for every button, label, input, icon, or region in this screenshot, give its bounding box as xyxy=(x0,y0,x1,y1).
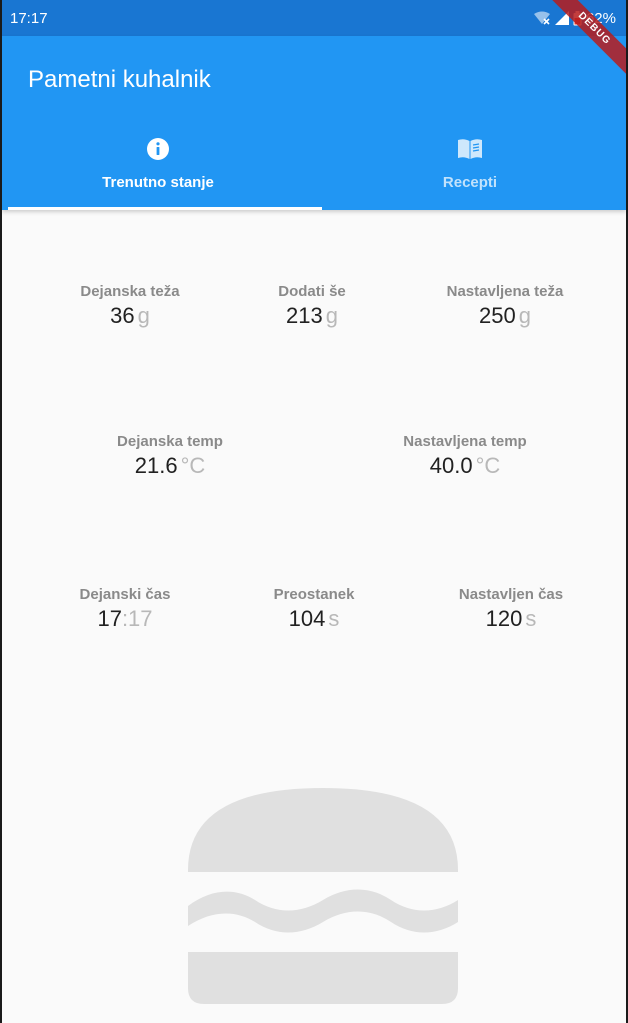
reading-unit: s xyxy=(525,606,537,631)
reading-label: Dodati še xyxy=(278,283,346,300)
reading-label: Nastavljen čas xyxy=(458,586,564,603)
app-screen: 17:17 62% DEBUG Pametni kuhalnik Trenutn… xyxy=(0,0,628,1023)
reading-unit: :17 xyxy=(121,606,153,631)
tab-trenutno-stanje[interactable]: Trenutno stanje xyxy=(2,132,322,210)
burger-icon xyxy=(188,788,458,1013)
reading-label: Dejanski čas xyxy=(79,586,171,603)
reading-unit: s xyxy=(328,606,340,631)
reading-target-time: Nastavljen čas 120 s xyxy=(459,586,563,632)
reading-remaining-weight: Dodati še 213 g xyxy=(278,283,346,329)
status-time: 17:17 xyxy=(10,9,48,27)
app-title: Pametni kuhalnik xyxy=(28,66,211,93)
reading-value: 17 xyxy=(97,606,122,631)
reading-label: Preostanek xyxy=(273,586,355,603)
reading-unit: g xyxy=(518,303,531,328)
reading-value: 213 xyxy=(286,303,323,328)
reading-remaining-time: Preostanek 104 s xyxy=(274,586,355,632)
tab-recepti[interactable]: Recepti xyxy=(314,132,626,210)
reading-value: 36 xyxy=(110,303,135,328)
book-icon xyxy=(457,136,483,162)
reading-target-temp: Nastavljena temp 40.0 °C xyxy=(403,433,526,479)
reading-unit: °C xyxy=(180,453,206,478)
reading-actual-time: Dejanski čas 17:17 xyxy=(80,586,171,632)
reading-unit: g xyxy=(137,303,150,328)
reading-target-weight: Nastavljena teža 250 g xyxy=(447,283,564,329)
reading-label: Nastavljena temp xyxy=(403,433,527,450)
reading-unit: °C xyxy=(475,453,501,478)
reading-actual-temp: Dejanska temp 21.6 °C xyxy=(117,433,223,479)
tab-label: Trenutno stanje xyxy=(102,174,214,191)
reading-actual-weight: Dejanska teža 36 g xyxy=(80,283,179,329)
reading-value: 40.0 xyxy=(429,453,473,478)
reading-value: 104 xyxy=(288,606,326,631)
tab-bar: Trenutno stanje Recepti xyxy=(2,132,626,210)
app-bar: Pametni kuhalnik Trenutno stanje Recepti xyxy=(2,36,626,210)
tab-label: Recepti xyxy=(442,174,498,191)
reading-label: Nastavljena teža xyxy=(446,283,564,300)
status-bar: 17:17 62% xyxy=(2,0,626,36)
reading-value: 21.6 xyxy=(134,453,178,478)
wifi-off-icon xyxy=(533,11,551,25)
reading-value: 120 xyxy=(485,606,523,631)
tab-indicator xyxy=(8,207,322,210)
reading-unit: g xyxy=(325,303,338,328)
reading-value: 250 xyxy=(479,303,516,328)
info-icon xyxy=(146,136,170,162)
reading-label: Dejanska temp xyxy=(117,433,223,450)
reading-label: Dejanska teža xyxy=(80,283,180,300)
